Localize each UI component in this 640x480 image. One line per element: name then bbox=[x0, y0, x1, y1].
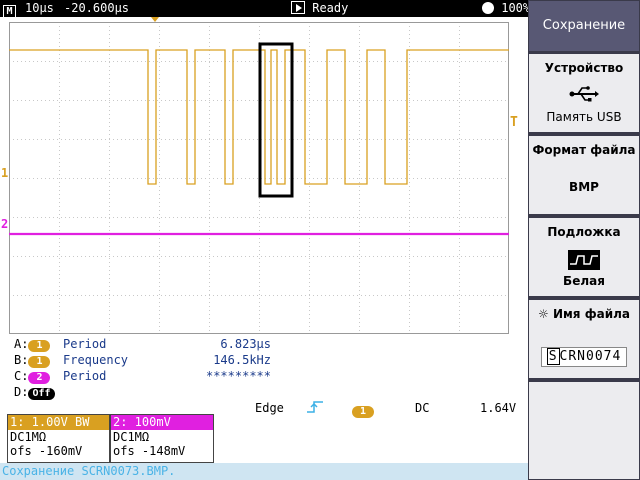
measurement-b[interactable]: B: 1 Frequency 146.5kHz bbox=[14, 352, 314, 368]
menu-item-background[interactable]: Подложка Белая bbox=[529, 218, 639, 296]
measurement-c[interactable]: C: 2 Period ********* bbox=[14, 368, 314, 384]
measurement-value: 146.5kHz bbox=[213, 353, 271, 367]
menu-item-empty[interactable] bbox=[529, 382, 639, 479]
device-value: Память USB bbox=[546, 110, 622, 124]
battery-text: 100% bbox=[501, 1, 531, 15]
ch2-offset-label: ofs bbox=[113, 444, 135, 458]
ch1-bw-limit: BW bbox=[75, 415, 90, 429]
measurement-a[interactable]: A: 1 Period 6.823µs bbox=[14, 336, 314, 352]
measurement-name: Period bbox=[63, 369, 107, 383]
file-format-label: Формат файла bbox=[532, 143, 636, 157]
mode-indicator: M bbox=[3, 1, 16, 18]
measurement-slot: A: bbox=[14, 337, 29, 351]
waveform-grid bbox=[9, 22, 509, 334]
gear-icon: ☼ bbox=[538, 307, 549, 321]
delay-readout: -20.600µs bbox=[64, 1, 130, 15]
mode-icon: M bbox=[3, 5, 16, 18]
file-name-cursor: S bbox=[546, 348, 560, 365]
ch1-marker: 1 bbox=[1, 166, 9, 180]
battery-icon bbox=[482, 2, 494, 14]
measurement-slot: B: bbox=[14, 353, 29, 367]
measurement-d[interactable]: D: Off bbox=[14, 384, 314, 400]
waveform-icon bbox=[529, 250, 639, 273]
rising-edge-icon bbox=[306, 400, 324, 418]
menu-item-file-format[interactable]: Формат файла BMP bbox=[529, 136, 639, 214]
background-value: Белая bbox=[563, 274, 605, 288]
timebase-readout: 10µs bbox=[25, 1, 54, 15]
measurement-value: 6.823µs bbox=[220, 337, 271, 351]
run-state-text: Ready bbox=[312, 1, 349, 15]
ch1-scale: 1: 1.00V bbox=[10, 415, 68, 429]
ch2-info[interactable]: 2: 100mV DC1MΩ ofs -148mV bbox=[110, 414, 214, 463]
measurement-value: ********* bbox=[205, 369, 271, 383]
save-menu: Сохранение Устройство Память USB Формат … bbox=[528, 0, 640, 480]
menu-item-file-name[interactable]: ☼ Имя файла S CRN0074 bbox=[529, 300, 639, 378]
trigger-coupling: DC bbox=[415, 401, 430, 415]
trigger-type: Edge bbox=[255, 401, 284, 415]
channel-badge: 1 bbox=[28, 356, 51, 368]
measurement-name: Frequency bbox=[63, 353, 129, 367]
measurement-slot: D: bbox=[14, 385, 29, 399]
measurement-slot: C: bbox=[14, 369, 29, 383]
ch2-scale: 2: 100mV bbox=[111, 415, 213, 430]
play-icon bbox=[291, 1, 305, 14]
battery-indicator: 100% bbox=[482, 1, 530, 16]
menu-title: Сохранение bbox=[529, 1, 639, 51]
file-format-value: BMP bbox=[569, 180, 599, 194]
waveform-display[interactable] bbox=[9, 22, 509, 334]
ch2-offset: -148mV bbox=[141, 444, 186, 458]
channel-badge: 2 bbox=[28, 372, 51, 384]
measurement-name: Period bbox=[63, 337, 107, 351]
channel-badge: 1 bbox=[28, 340, 51, 352]
trigger-info: Edge 1 DC 1.64V bbox=[220, 400, 525, 418]
usb-icon bbox=[529, 86, 639, 105]
ch1-info[interactable]: 1: 1.00V BW DC1MΩ ofs -160mV bbox=[7, 414, 110, 463]
status-message: Сохранение SCRN0073.BMP. bbox=[0, 463, 528, 480]
ch1-offset-label: ofs bbox=[10, 444, 32, 458]
background-label: Подложка bbox=[547, 225, 621, 239]
file-name-input[interactable]: S CRN0074 bbox=[541, 347, 627, 367]
run-state: Ready bbox=[291, 1, 348, 16]
ch2-marker: 2 bbox=[1, 217, 9, 231]
trigger-source-badge: 1 bbox=[352, 406, 374, 418]
trigger-level-marker: T bbox=[510, 115, 518, 130]
status-bar: M 10µs -20.600µs Ready 100% bbox=[0, 0, 530, 18]
menu-item-device[interactable]: Устройство Память USB bbox=[529, 54, 639, 132]
trigger-level: 1.64V bbox=[480, 401, 517, 415]
device-label: Устройство bbox=[544, 61, 624, 75]
ch1-offset: -160mV bbox=[38, 444, 83, 458]
channel-badge: Off bbox=[28, 388, 55, 400]
file-name-rest: CRN0074 bbox=[559, 349, 622, 364]
measurements-panel: A: 1 Period 6.823µs B: 1 Frequency 146.5kH… bbox=[14, 336, 314, 400]
ch2-coupling: DC1MΩ bbox=[113, 430, 150, 444]
file-name-label: Имя файла bbox=[552, 307, 630, 321]
ch1-coupling: DC1MΩ bbox=[10, 430, 47, 444]
